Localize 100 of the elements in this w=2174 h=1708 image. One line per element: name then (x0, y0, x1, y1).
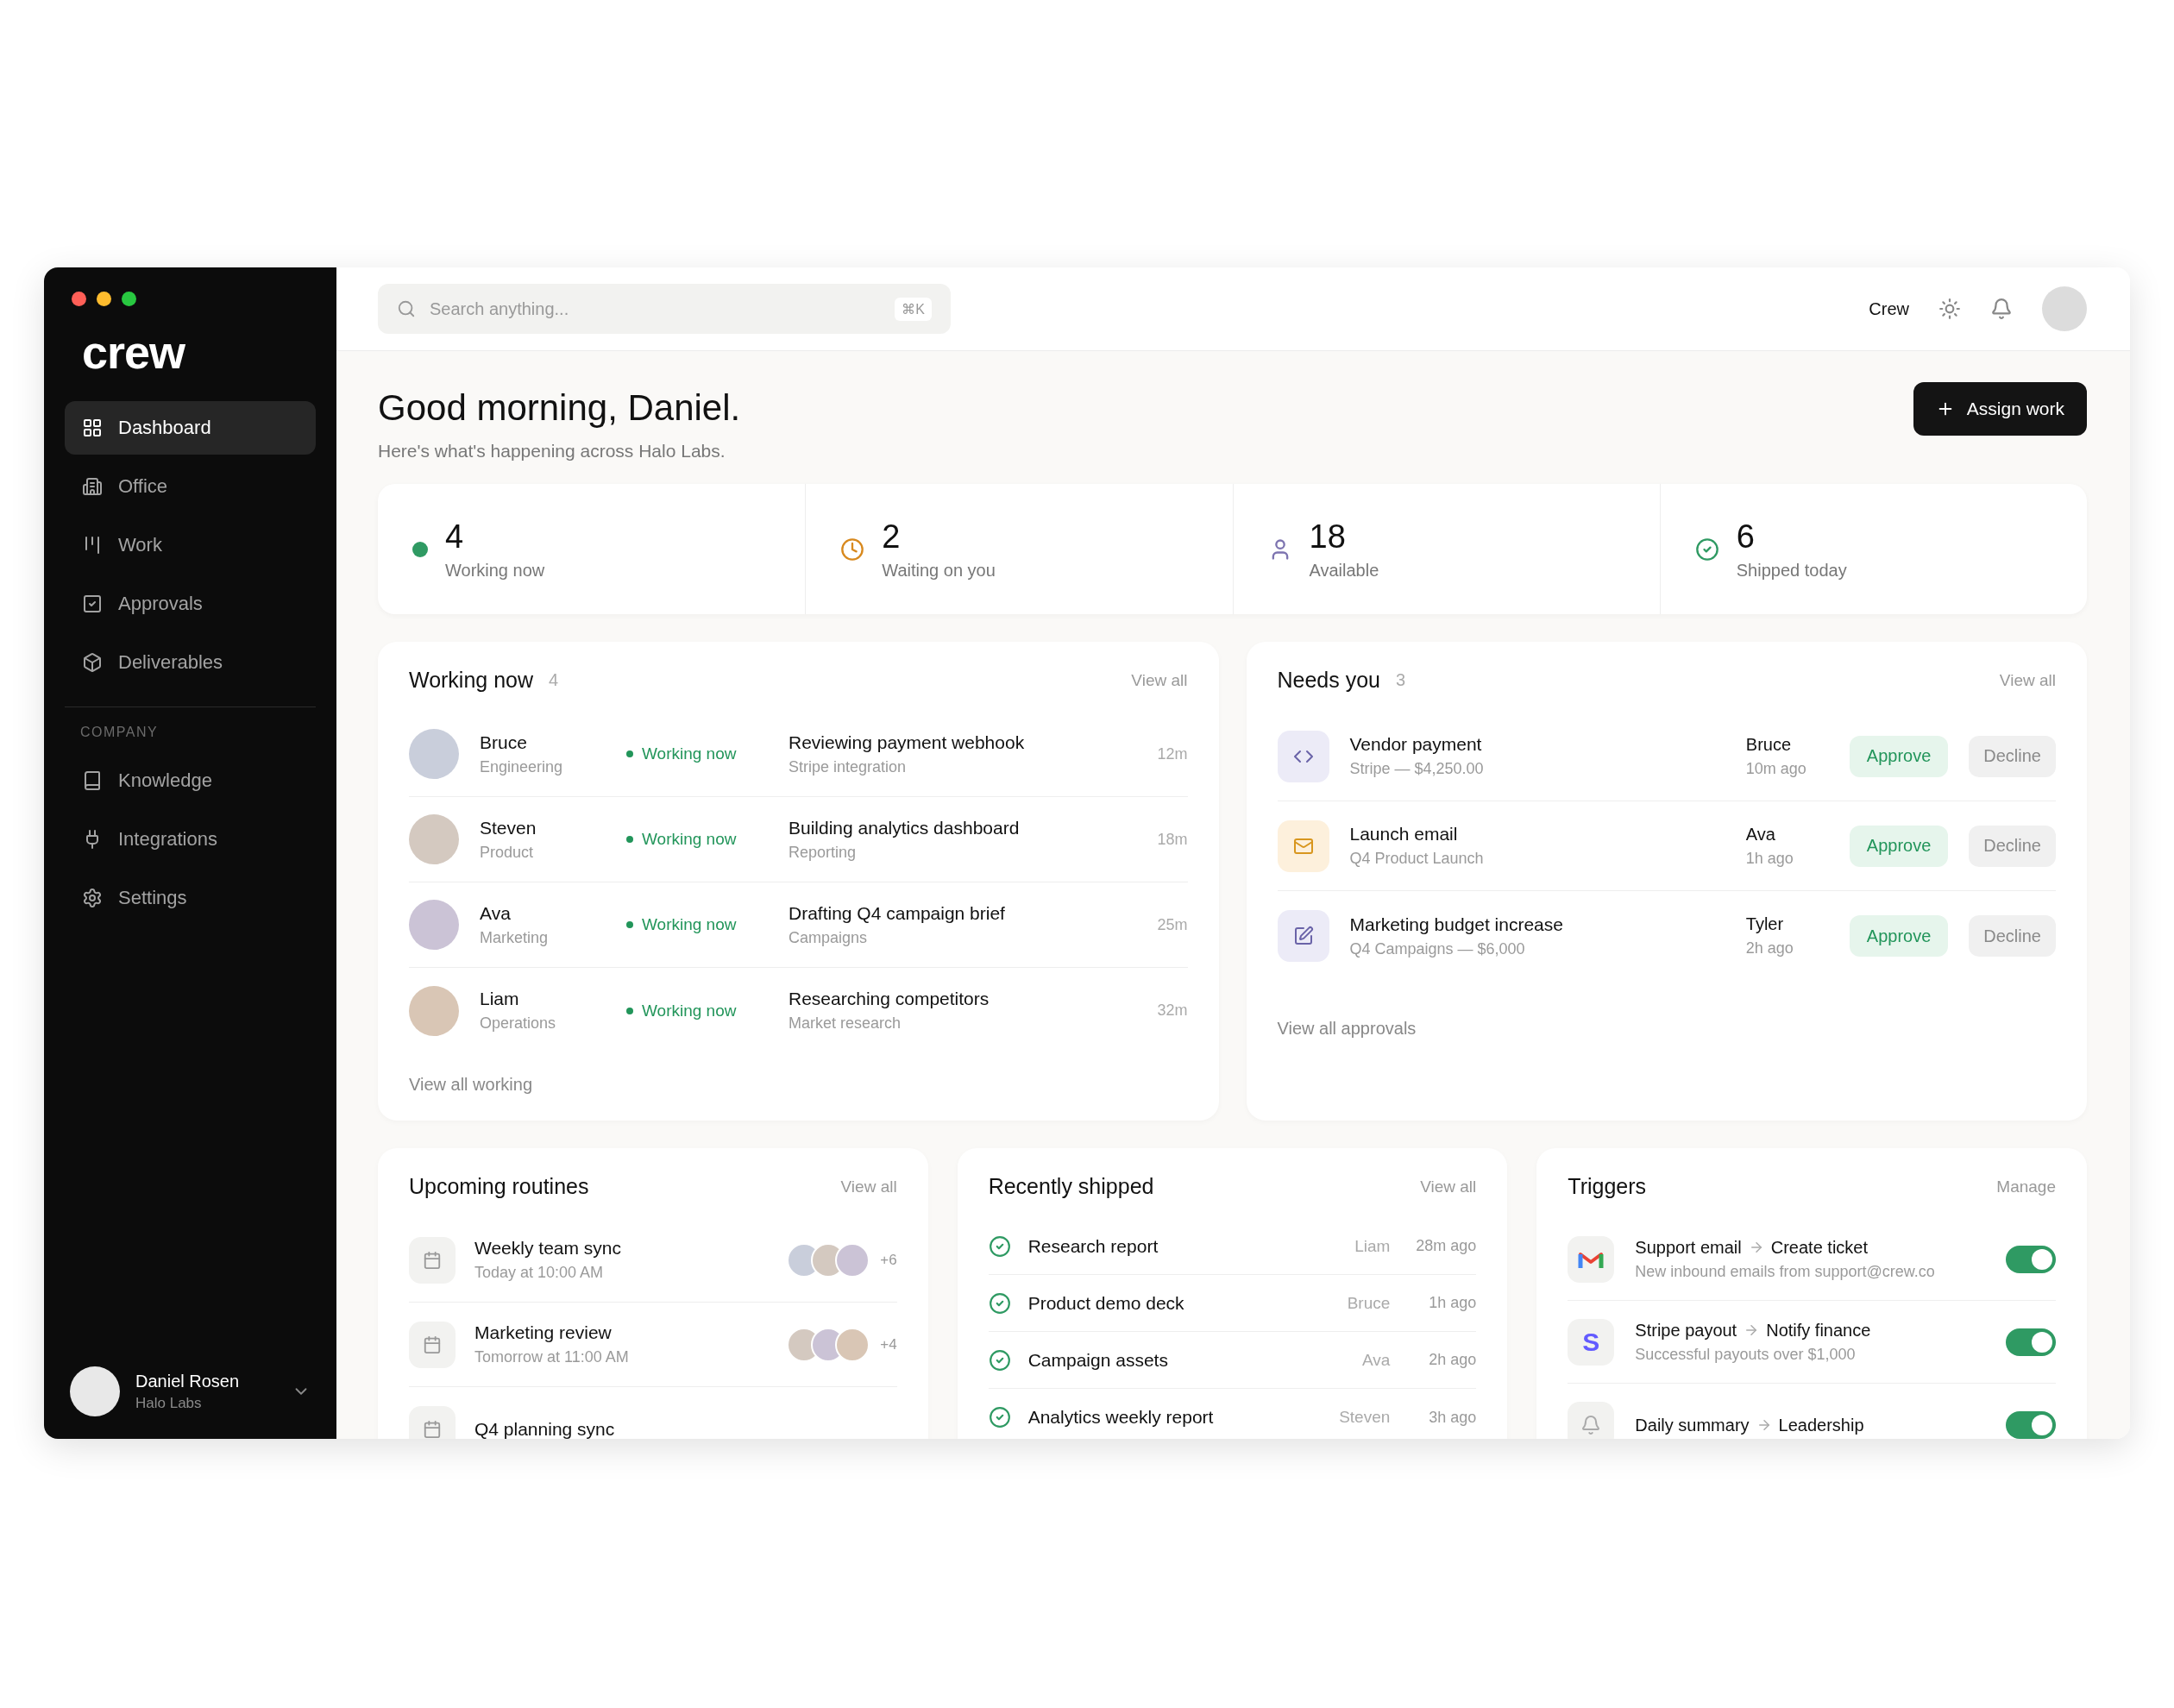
person-name: Ava (1361, 1350, 1391, 1370)
view-all-link[interactable]: View all (1999, 670, 2056, 690)
panel-title: Upcoming routines (409, 1174, 589, 1199)
project-name: Reporting (789, 843, 858, 862)
requester-name: Ava (1745, 824, 1776, 845)
calendar-icon (423, 1250, 442, 1270)
close-window-icon[interactable] (72, 292, 86, 306)
user-org: Halo Labs (135, 1394, 203, 1412)
team-name: Operations (480, 1014, 557, 1033)
shipped-time: 3h ago (1428, 1408, 1477, 1427)
trigger-source: Daily summary (1635, 1415, 1750, 1435)
toggle-switch[interactable] (2006, 1328, 2056, 1356)
deliverable-title: Research report (1027, 1235, 1159, 1257)
nav-item[interactable]: Deliverables (65, 636, 316, 689)
decline-button[interactable]: Decline (1969, 825, 2056, 867)
panel-count: 3 (1396, 670, 1406, 690)
deliverable-title: Analytics weekly report (1027, 1407, 1214, 1428)
request-time: 10m ago (1745, 759, 1807, 778)
project-name: Campaigns (789, 928, 869, 947)
nav-item[interactable]: Work (65, 518, 316, 572)
view-all-link[interactable]: View all (1420, 1177, 1477, 1196)
toggle-switch[interactable] (2006, 1411, 2056, 1439)
calendar-icon (423, 1420, 442, 1439)
nav-item[interactable]: Approvals (65, 577, 316, 631)
shipped-time: 1h ago (1428, 1294, 1477, 1312)
stat-value: 2 (882, 518, 902, 556)
routine-title: Q4 planning sync (474, 1419, 615, 1439)
nav-item[interactable]: Settings (65, 871, 316, 925)
workspace-name[interactable]: Crew (1869, 298, 1909, 319)
stat-label: Shipped today (1736, 560, 1847, 581)
stat-label: Available (1309, 560, 1379, 581)
sun-icon[interactable] (1938, 298, 1961, 320)
view-all-approvals-link[interactable]: View all approvals (1277, 1019, 2056, 1039)
status-label: Working now (626, 915, 789, 934)
view-all-working-link[interactable]: View all working (409, 1075, 1188, 1095)
elapsed-time: 25m (1157, 915, 1188, 934)
routine-time: Today at 10:00 AM (474, 1264, 605, 1282)
shortcut-key: ⌘K (895, 297, 932, 321)
check-circle-icon (988, 1348, 1011, 1372)
panel-title: Triggers (1568, 1174, 1647, 1199)
nav-item[interactable]: Knowledge (65, 754, 316, 807)
person-name: Bruce (480, 732, 528, 753)
nav-item[interactable]: Dashboard (65, 401, 316, 455)
nav-item[interactable]: Office (65, 460, 316, 513)
shipped-time: 2h ago (1428, 1351, 1477, 1369)
request-detail: Stripe — $4,250.00 (1349, 760, 1485, 778)
pen-icon (1292, 926, 1314, 946)
person-name: Steven (480, 817, 537, 838)
status-dot-icon (412, 541, 428, 557)
assign-work-button[interactable]: Assign work (1913, 382, 2087, 436)
trigger-action: Notify finance (1766, 1320, 1871, 1341)
panel-title: Recently shipped (988, 1174, 1154, 1199)
trigger-source: Support email (1635, 1237, 1742, 1258)
person-name: Steven (1339, 1408, 1391, 1427)
approve-button[interactable]: Approve (1849, 915, 1949, 957)
extra-count: +6 (880, 1251, 897, 1269)
section-label: COMPANY (80, 725, 160, 740)
person-name: Liam (480, 989, 520, 1009)
bell-icon (1580, 1415, 1602, 1435)
manage-link[interactable]: Manage (1996, 1177, 2056, 1196)
nav-icon (82, 888, 103, 908)
minimize-window-icon[interactable] (97, 292, 111, 306)
view-all-link[interactable]: View all (1131, 670, 1188, 690)
avatar (70, 1366, 120, 1416)
maximize-window-icon[interactable] (122, 292, 136, 306)
trigger-action: Create ticket (1770, 1237, 1868, 1258)
check-circle-icon (1694, 537, 1719, 562)
request-title: Launch email (1349, 824, 1459, 845)
trigger-detail: Successful payouts over $1,000 (1635, 1345, 1857, 1364)
trigger-action: Leadership (1778, 1415, 1864, 1435)
approve-button[interactable]: Approve (1849, 825, 1949, 867)
greeting-subtitle: Here's what's happening across Halo Labs. (378, 441, 726, 462)
logo-letter: S (1582, 1327, 1600, 1357)
panel-count: 4 (549, 670, 559, 690)
request-detail: Q4 Product Launch (1349, 850, 1485, 868)
decline-button[interactable]: Decline (1969, 735, 2056, 777)
task-title: Researching competitors (789, 989, 990, 1009)
status-label: Working now (626, 744, 789, 763)
stat-value: 4 (445, 518, 465, 556)
elapsed-time: 32m (1157, 1002, 1188, 1020)
search-icon (397, 299, 416, 318)
search-field[interactable]: Search anything... ⌘K (378, 284, 951, 334)
task-title: Reviewing payment webhook (789, 732, 1025, 753)
toggle-switch[interactable] (2006, 1245, 2056, 1273)
status-label: Working now (626, 830, 789, 849)
approve-button[interactable]: Approve (1849, 735, 1949, 777)
routine-time: Tomorrow at 11:00 AM (474, 1348, 629, 1366)
notifications-icon[interactable] (1990, 298, 2013, 320)
greeting-title: Good morning, Daniel. (378, 387, 741, 429)
request-time: 1h ago (1745, 849, 1794, 868)
trigger-detail: New inbound emails from support@crew.co (1635, 1262, 1935, 1281)
task-title: Building analytics dashboard (789, 817, 1020, 838)
stat-value: 18 (1309, 518, 1347, 556)
nav-icon (82, 652, 103, 673)
view-all-link[interactable]: View all (840, 1177, 897, 1196)
decline-button[interactable]: Decline (1969, 915, 2056, 957)
routine-title: Marketing review (474, 1322, 613, 1343)
team-name: Product (480, 843, 535, 862)
request-title: Marketing budget increase (1349, 914, 1564, 935)
nav-item[interactable]: Integrations (65, 813, 316, 866)
